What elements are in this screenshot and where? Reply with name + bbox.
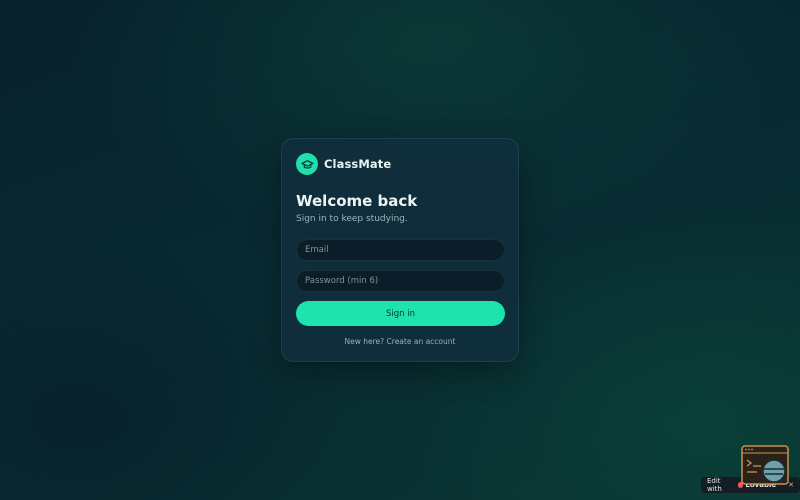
page-title: Welcome back <box>296 192 418 210</box>
page-subtitle: Sign in to keep studying. <box>296 214 408 224</box>
brand-name: ClassMate <box>324 157 392 171</box>
badge-close-icon[interactable]: ✕ <box>788 481 794 489</box>
sign-in-card: ClassMate Welcome back Sign in to keep s… <box>281 138 519 362</box>
dev-tools-widget-icon[interactable] <box>741 445 789 485</box>
graduation-cap-icon <box>296 153 318 175</box>
password-field[interactable] <box>296 270 505 292</box>
email-field[interactable] <box>296 239 505 261</box>
sign-in-button[interactable]: Sign in <box>296 301 505 326</box>
create-account-link[interactable]: New here? Create an account <box>282 337 518 346</box>
brand: ClassMate <box>296 153 391 175</box>
badge-prefix: Edit with <box>707 477 722 493</box>
